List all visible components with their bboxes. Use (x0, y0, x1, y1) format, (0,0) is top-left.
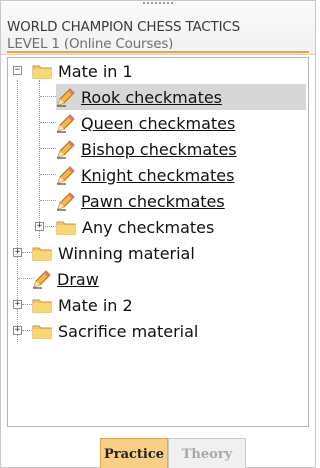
tree-expander-icon[interactable]: + (13, 248, 22, 257)
course-subtitle: LEVEL 1 (Online Courses) (7, 36, 174, 49)
view-tabs: Practice Theory (100, 438, 246, 468)
tree-node-label: Draw (57, 269, 99, 289)
tree-node-mate-in-1[interactable]: Mate in 1 (32, 58, 133, 84)
pencil-icon (57, 114, 75, 133)
tree-node-label: Knight checkmates (81, 165, 235, 185)
tree-node-rook-checkmates[interactable]: Rook checkmates (56, 84, 306, 110)
tree-node-label: Queen checkmates (81, 113, 236, 133)
course-header: WORLD CHAMPION CHESS TACTICS LEVEL 1 (On… (1, 1, 315, 55)
tree-node-sacrifice-material[interactable]: Sacrifice material (32, 318, 198, 344)
folder-icon (32, 247, 52, 261)
drag-grip-icon[interactable] (143, 2, 173, 5)
tree-expander-icon[interactable]: + (13, 300, 22, 309)
tree-connector-line (45, 226, 56, 227)
pencil-icon (57, 192, 75, 211)
chess-course-window: WORLD CHAMPION CHESS TACTICS LEVEL 1 (On… (0, 0, 316, 468)
tree-connector-line (40, 96, 56, 97)
folder-icon (56, 221, 76, 235)
course-title: WORLD CHAMPION CHESS TACTICS (7, 19, 240, 35)
tree-connector-line (40, 174, 56, 175)
pencil-icon (57, 166, 75, 185)
folder-icon (32, 299, 52, 313)
pencil-icon (57, 140, 75, 159)
tree-connector-line (40, 122, 56, 123)
tree-node-any-checkmates[interactable]: Any checkmates (56, 214, 214, 240)
tree-node-label: Mate in 2 (58, 295, 133, 315)
tree-connector-line (40, 148, 56, 149)
tree-node-label: Winning material (58, 243, 195, 263)
tree-node-label: Bishop checkmates (81, 139, 237, 159)
tree-node-label: Rook checkmates (81, 87, 223, 107)
tab-theory[interactable]: Theory (168, 438, 246, 468)
tree-node-queen-checkmates[interactable]: Queen checkmates (56, 110, 235, 136)
tab-practice[interactable]: Practice (100, 438, 168, 468)
tree-node-knight-checkmates[interactable]: Knight checkmates (56, 162, 234, 188)
folder-icon (32, 325, 52, 339)
tree-connector-line (40, 200, 56, 201)
tree-connector-line (39, 80, 40, 238)
tree-node-winning-material[interactable]: Winning material (32, 240, 195, 266)
tree-expander-icon[interactable]: − (13, 66, 22, 75)
tree-node-draw[interactable]: Draw (32, 266, 99, 292)
tree-node-mate-in-2[interactable]: Mate in 2 (32, 292, 133, 318)
folder-icon (32, 65, 52, 79)
tree-node-label: Mate in 1 (58, 61, 133, 81)
course-tree: − Mate in 1 Rook checkmates Queen checkm… (7, 57, 309, 427)
tree-node-label: Any checkmates (82, 217, 215, 237)
tree-expander-icon[interactable]: + (13, 326, 22, 335)
tree-node-pawn-checkmates[interactable]: Pawn checkmates (56, 188, 225, 214)
pencil-icon (57, 88, 75, 107)
tree-node-bishop-checkmates[interactable]: Bishop checkmates (56, 136, 237, 162)
tree-node-label: Sacrifice material (58, 321, 199, 341)
tree-expander-icon[interactable]: + (35, 222, 44, 231)
header-accent-line (7, 51, 309, 53)
pencil-icon (33, 270, 51, 289)
tree-node-label: Pawn checkmates (81, 191, 225, 211)
